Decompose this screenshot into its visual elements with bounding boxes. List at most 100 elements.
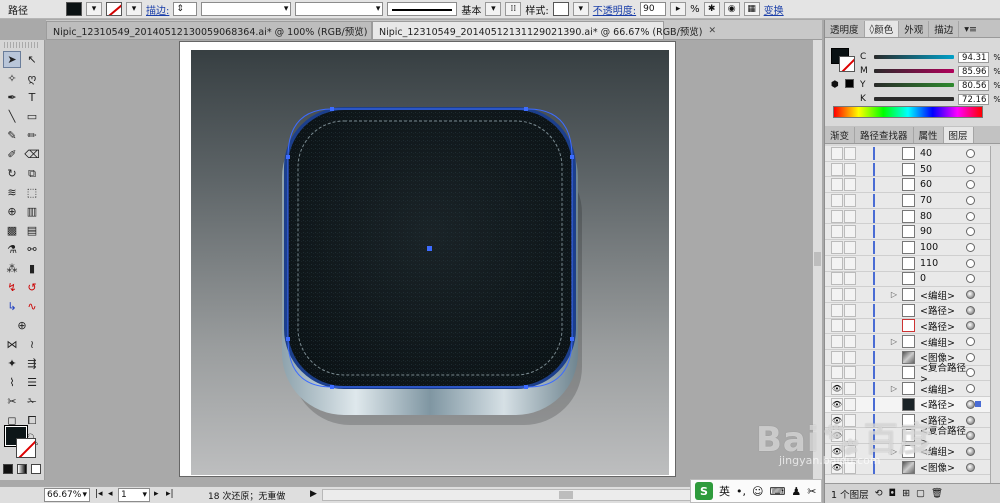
target-circle-icon[interactable] xyxy=(966,384,975,394)
layer-row[interactable]: ▷ <编组> xyxy=(825,334,1000,350)
target-circle-icon[interactable] xyxy=(966,431,975,441)
last-page-icon[interactable]: ▸| xyxy=(166,489,174,499)
layer-row[interactable]: 60 xyxy=(825,177,1000,194)
target-circle-icon[interactable] xyxy=(966,164,975,174)
y-slider[interactable] xyxy=(873,83,954,87)
anchor-point[interactable] xyxy=(570,337,574,341)
stroke-link[interactable]: 描边: xyxy=(146,2,169,17)
sogou-logo-icon[interactable]: S xyxy=(695,482,713,500)
y-value-input[interactable]: 80.56 xyxy=(958,79,990,91)
ime-punct-icon[interactable]: •, xyxy=(736,485,746,498)
target-circle-icon[interactable] xyxy=(966,368,975,378)
clipping-mask-icon[interactable]: ◘ xyxy=(889,488,897,499)
layer-row[interactable]: 👁︎ ▷ <编组> xyxy=(825,381,1000,397)
k-value-input[interactable]: 72.16 xyxy=(958,93,990,105)
bloat-tool-icon[interactable]: ⇶ xyxy=(23,355,41,372)
crystallize-tool-icon[interactable]: ⌇ xyxy=(3,374,21,391)
anchor-point[interactable] xyxy=(524,107,528,111)
eraser-tool-icon[interactable]: ⌫ xyxy=(23,146,41,163)
stroke-dropdown-icon[interactable]: ▾ xyxy=(126,2,142,16)
target-circle-icon[interactable] xyxy=(966,227,975,237)
center-point[interactable] xyxy=(427,246,432,251)
anchor-point[interactable] xyxy=(524,385,528,389)
target-circle-icon[interactable] xyxy=(966,352,975,362)
k-slider[interactable] xyxy=(873,97,954,101)
visibility-toggle[interactable] xyxy=(831,162,843,176)
visibility-toggle[interactable] xyxy=(831,193,843,207)
lock-toggle[interactable] xyxy=(844,240,856,254)
opacity-input[interactable]: 90 xyxy=(640,2,667,16)
target-circle-icon[interactable] xyxy=(966,274,975,284)
anchor-point[interactable] xyxy=(286,155,290,159)
custom-tool-d-icon[interactable]: ∿ xyxy=(23,298,41,315)
pencil-tool-icon[interactable]: ✏ xyxy=(23,127,41,144)
close-icon[interactable]: ✕ xyxy=(708,26,716,36)
tab-attributes[interactable]: 属性 xyxy=(914,127,944,143)
target-circle-icon[interactable] xyxy=(966,415,975,425)
custom-tool-b-icon[interactable]: ↺ xyxy=(23,279,41,296)
visibility-toggle[interactable] xyxy=(831,288,843,302)
slice-tool-icon[interactable]: ✂ xyxy=(3,393,21,410)
disclosure-triangle-icon[interactable]: ▷ xyxy=(889,384,899,393)
custom-tool-c-icon[interactable]: ↳ xyxy=(3,298,21,315)
direct-selection-tool-icon[interactable]: ↖ xyxy=(23,51,41,68)
layer-row[interactable]: <路径> xyxy=(825,303,1000,319)
visibility-toggle[interactable] xyxy=(831,303,843,317)
target-circle-icon[interactable] xyxy=(966,321,975,331)
tab-transparency[interactable]: 透明度 xyxy=(825,21,865,37)
target-circle-icon[interactable] xyxy=(966,148,975,158)
lock-toggle[interactable] xyxy=(844,146,856,160)
color-spectrum-bar[interactable] xyxy=(833,106,983,118)
ime-user-icon[interactable]: ♟ xyxy=(791,485,801,498)
transform-link[interactable]: 变换 xyxy=(764,2,784,17)
lock-toggle[interactable] xyxy=(844,382,856,396)
free-transform-tool-icon[interactable]: ⬚ xyxy=(23,184,41,201)
target-circle-icon[interactable] xyxy=(966,446,975,456)
panel-menu-icon[interactable]: ▾≡ xyxy=(959,21,982,37)
shape-builder-tool-icon[interactable]: ⊕ xyxy=(3,203,21,220)
align-icon[interactable]: ⁞⁞ xyxy=(505,2,522,16)
lock-toggle[interactable] xyxy=(844,350,856,364)
layer-row[interactable]: 40 xyxy=(825,146,1000,162)
lock-toggle[interactable] xyxy=(844,162,856,176)
lasso-tool-icon[interactable]: ღ xyxy=(23,70,41,87)
target-circle-icon[interactable] xyxy=(966,290,975,300)
anchor-point[interactable] xyxy=(286,337,290,341)
layer-row[interactable]: <复合路径> xyxy=(825,363,1000,385)
visibility-toggle[interactable] xyxy=(831,350,843,364)
visibility-toggle[interactable] xyxy=(831,209,843,223)
brush-tool-icon[interactable]: ✎ xyxy=(3,127,21,144)
app-icon-artwork[interactable] xyxy=(270,95,590,435)
doc-tab-1[interactable]: Nipic_12310549_20140512130059068364.ai* … xyxy=(46,21,381,39)
line-tool-icon[interactable]: ╲ xyxy=(3,108,21,125)
rotate-tool-icon[interactable]: ↻ xyxy=(3,165,21,182)
layer-row[interactable]: 0 xyxy=(825,272,1000,288)
lock-toggle[interactable] xyxy=(844,193,856,207)
target-circle-icon[interactable] xyxy=(966,399,975,409)
lock-toggle[interactable] xyxy=(844,366,856,380)
rectangle-tool-icon[interactable]: ▭ xyxy=(23,108,41,125)
graph-tool-icon[interactable]: ▮ xyxy=(23,260,41,277)
anchor-point[interactable] xyxy=(570,155,574,159)
target-circle-icon[interactable] xyxy=(966,195,975,205)
keyboard-icon[interactable]: ⌨ xyxy=(769,485,785,498)
stroke-profile-preview[interactable] xyxy=(387,2,458,16)
layer-row[interactable]: <路径> xyxy=(825,319,1000,335)
variable-width-dropdown[interactable]: ▾ xyxy=(201,2,292,16)
stroke-weight-dropdown[interactable]: ⇕ xyxy=(173,2,198,16)
ime-language[interactable]: 英 xyxy=(719,483,730,499)
align-grid-icon[interactable]: ▦ xyxy=(743,2,760,16)
locate-object-icon[interactable]: ⟲ xyxy=(875,488,883,499)
page-dropdown[interactable]: 1 ▾ xyxy=(118,488,150,502)
fill-dropdown-icon[interactable]: ▾ xyxy=(86,2,102,16)
magic-wand-tool-icon[interactable]: ✧ xyxy=(3,70,21,87)
lock-toggle[interactable] xyxy=(844,288,856,302)
target-circle-icon[interactable] xyxy=(966,242,975,252)
profile-dropdown-icon[interactable]: ▾ xyxy=(485,2,502,16)
none-mode-icon[interactable] xyxy=(31,464,41,474)
target-circle-icon[interactable] xyxy=(966,211,975,221)
delete-layer-icon[interactable]: 🗑︎ xyxy=(931,488,943,499)
opacity-dropdown-icon[interactable]: ▸ xyxy=(670,2,687,16)
pucker-tool-icon[interactable]: ✦ xyxy=(3,355,21,372)
type-tool-icon[interactable]: T xyxy=(23,89,41,106)
